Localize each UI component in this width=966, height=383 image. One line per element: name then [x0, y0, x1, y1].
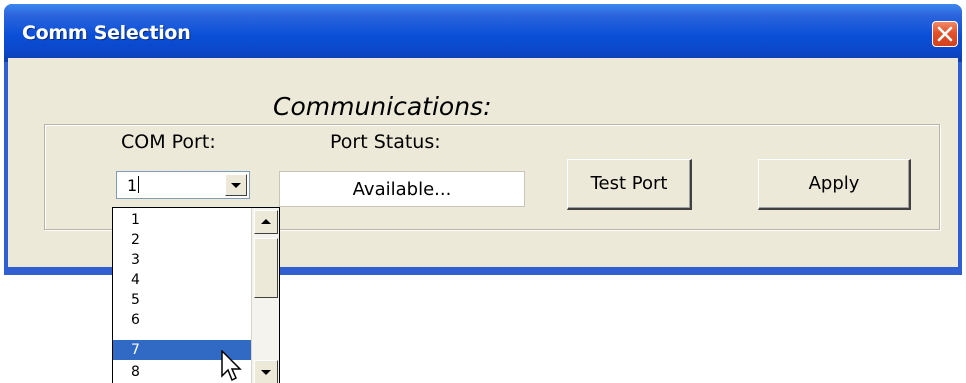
title-bar[interactable]: Comm Selection: [4, 4, 962, 62]
chevron-down-icon: [231, 183, 241, 188]
list-item[interactable]: 2: [113, 230, 251, 250]
arrow-up-icon: [261, 219, 271, 224]
close-button[interactable]: [932, 21, 958, 47]
scroll-up-button[interactable]: [254, 210, 278, 234]
dropdown-scrollbar[interactable]: [251, 208, 279, 383]
com-port-value: 1: [127, 176, 138, 195]
list-item[interactable]: 5: [113, 290, 251, 310]
mouse-pointer-icon: [221, 350, 242, 382]
window-title: Comm Selection: [22, 22, 191, 44]
apply-button[interactable]: Apply: [758, 159, 911, 210]
list-item[interactable]: 3: [113, 250, 251, 270]
list-item[interactable]: 6: [113, 310, 251, 330]
communications-heading: Communications:: [273, 92, 492, 121]
port-status-label: Port Status:: [330, 131, 441, 153]
port-status-field: Available...: [279, 171, 525, 207]
com-port-dropdown-button[interactable]: [225, 174, 247, 196]
arrow-down-icon: [261, 370, 271, 375]
scroll-down-button[interactable]: [254, 360, 278, 383]
list-item[interactable]: 4: [113, 270, 251, 290]
test-port-button[interactable]: Test Port: [567, 159, 692, 210]
text-caret: [138, 176, 139, 193]
com-port-label: COM Port:: [121, 131, 216, 153]
close-x-icon: [937, 26, 953, 42]
scroll-thumb[interactable]: [254, 238, 278, 298]
list-item[interactable]: 1: [113, 210, 251, 230]
com-port-combobox[interactable]: 1: [116, 171, 250, 199]
com-port-dropdown-list[interactable]: 1 2 3 4 5 6 7 8: [112, 207, 280, 383]
